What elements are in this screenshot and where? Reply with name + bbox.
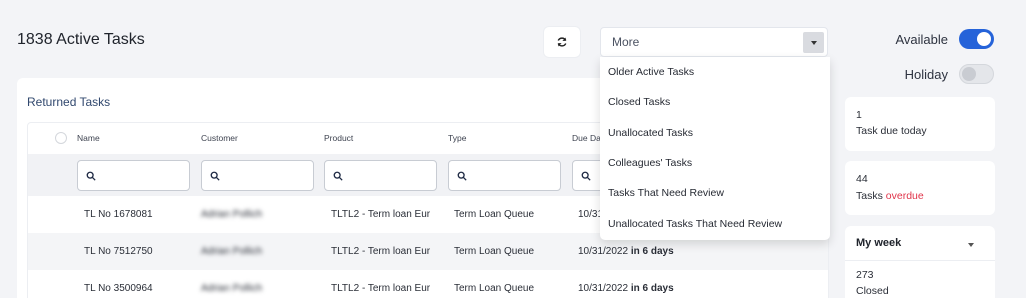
chevron-down-icon: [810, 40, 817, 45]
overdue-label: Tasks overdue: [856, 190, 924, 202]
holiday-toggle-row: Holiday: [905, 64, 994, 84]
search-icon: [333, 171, 343, 181]
due-today-label: Task due today: [856, 125, 927, 137]
overdue-highlight: overdue: [885, 190, 924, 202]
product-cell: TLTL2 - Term loan Eur: [331, 209, 431, 220]
task-name[interactable]: TL No 7512750: [84, 246, 153, 257]
menu-item-older-active-tasks[interactable]: Older Active Tasks: [600, 57, 830, 87]
my-week-title: My week: [856, 237, 902, 249]
overdue-card[interactable]: 44 Tasks overdue: [845, 161, 995, 215]
menu-item-tasks-need-review[interactable]: Tasks That Need Review: [600, 178, 830, 208]
customer-name: Adrian Pollich: [201, 283, 263, 294]
menu-item-unallocated-need-review[interactable]: Unallocated Tasks That Need Review: [600, 208, 830, 238]
task-name[interactable]: TL No 1678081: [84, 209, 153, 220]
column-header-product[interactable]: Product: [324, 133, 353, 143]
more-select-label: More: [612, 35, 640, 49]
search-icon: [457, 171, 467, 181]
available-toggle[interactable]: [959, 29, 994, 49]
page-title: 1838 Active Tasks: [17, 31, 145, 48]
type-cell: Term Loan Queue: [454, 209, 535, 220]
search-icon: [210, 171, 220, 181]
product-cell: TLTL2 - Term loan Eur: [331, 246, 431, 257]
type-cell: Term Loan Queue: [454, 246, 535, 257]
due-relative: in 6 days: [630, 246, 674, 257]
customer-name: Adrian Pollich: [201, 246, 263, 257]
menu-item-colleagues-tasks[interactable]: Colleagues' Tasks: [600, 148, 830, 178]
menu-item-closed-tasks[interactable]: Closed Tasks: [600, 87, 830, 117]
column-header-type[interactable]: Type: [448, 133, 466, 143]
refresh-button[interactable]: [544, 27, 580, 57]
menu-item-unallocated-tasks[interactable]: Unallocated Tasks: [600, 118, 830, 148]
holiday-toggle[interactable]: [959, 64, 994, 84]
product-cell: TLTL2 - Term loan Eur: [331, 283, 431, 294]
column-header-customer[interactable]: Customer: [201, 133, 238, 143]
panel-title: Returned Tasks: [27, 95, 111, 109]
customer-name: Adrian Pollich: [201, 209, 263, 220]
overdue-label-prefix: Tasks: [856, 190, 883, 202]
more-select-toggle[interactable]: [803, 32, 824, 53]
more-dropdown-menu: Older Active Tasks Closed Tasks Unalloca…: [600, 57, 830, 240]
chevron-down-icon[interactable]: [968, 243, 974, 247]
toggle-knob: [962, 67, 976, 81]
due-today-count: 1: [856, 109, 862, 121]
due-relative: in 6 days: [630, 283, 674, 294]
due-date-value: 10/31/2022: [578, 283, 629, 294]
table-row[interactable]: TL No 3500964 Adrian Pollich TLTL2 - Ter…: [28, 270, 828, 298]
due-date-cell: 10/31/2022 in 6 days: [578, 283, 674, 294]
due-date-value: 10/31/2022: [578, 246, 629, 257]
type-filter-input[interactable]: [448, 160, 561, 191]
available-label: Available: [895, 31, 948, 47]
type-cell: Term Loan Queue: [454, 283, 535, 294]
search-icon: [581, 171, 591, 181]
customer-filter-input[interactable]: [201, 160, 314, 191]
due-today-card[interactable]: 1 Task due today: [845, 97, 995, 151]
column-header-name[interactable]: Name: [77, 133, 100, 143]
my-week-count: 273: [856, 269, 874, 281]
search-icon: [86, 171, 96, 181]
toggle-knob: [977, 32, 991, 46]
available-toggle-row: Available: [895, 29, 994, 49]
holiday-label: Holiday: [904, 66, 948, 82]
divider: [845, 260, 995, 261]
select-all-checkbox[interactable]: [55, 132, 67, 144]
name-filter-input[interactable]: [77, 160, 190, 191]
due-date-cell: 10/31/2022 in 6 days: [578, 246, 674, 257]
my-week-card: My week 273 Closed: [845, 226, 995, 298]
product-filter-input[interactable]: [324, 160, 437, 191]
task-name[interactable]: TL No 3500964: [84, 283, 153, 294]
more-select[interactable]: More: [600, 27, 828, 57]
overdue-count: 44: [856, 173, 868, 185]
my-week-label: Closed: [856, 285, 889, 297]
refresh-icon: [557, 37, 567, 47]
